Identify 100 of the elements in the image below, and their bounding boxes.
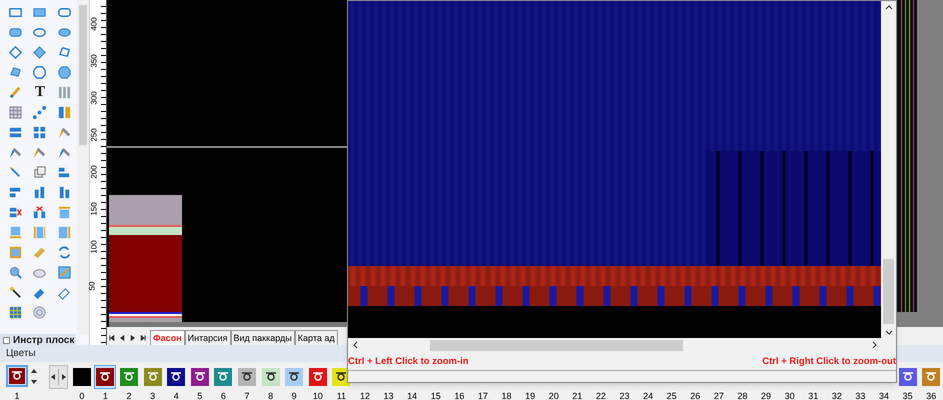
dotted-line-icon[interactable] — [32, 104, 48, 120]
left-arrow-icon[interactable] — [50, 374, 55, 380]
swatch-number: 9 — [292, 392, 297, 400]
octagon-icon[interactable] — [32, 64, 48, 80]
down-arrow-icon[interactable] — [31, 380, 38, 384]
swatch-number: 8 — [268, 392, 274, 400]
color-swatch[interactable] — [898, 368, 917, 386]
color-swatch[interactable] — [308, 368, 327, 386]
swatch-number: 29 — [761, 392, 772, 400]
frame-icon[interactable] — [8, 224, 24, 240]
scroll-down-icon[interactable] — [884, 330, 892, 335]
filled-octagon-icon[interactable] — [56, 64, 72, 80]
swatch-number: 30 — [784, 392, 795, 400]
ruler-label: 400 — [90, 17, 99, 31]
swatch-number: 1 — [102, 392, 108, 400]
stitch-icon — [217, 371, 230, 383]
text-tool[interactable]: T — [34, 84, 45, 100]
sheet-tab[interactable]: Фасон — [150, 330, 185, 345]
scroll-thumb[interactable] — [430, 340, 683, 350]
swatch-number: 19 — [525, 392, 536, 400]
swatch-number: 12 — [360, 392, 370, 400]
circle-icon[interactable] — [32, 304, 48, 320]
grid-icon[interactable] — [8, 304, 24, 320]
swatch-number: 34 — [879, 392, 890, 400]
last-sheet-icon[interactable] — [139, 334, 146, 342]
color-swatch[interactable] — [72, 368, 91, 386]
current-color-swatch[interactable] — [9, 368, 25, 384]
magnifier-icon[interactable] — [8, 264, 24, 280]
frame-icon[interactable] — [8, 244, 24, 260]
color-swatch[interactable] — [214, 368, 232, 386]
ruler-label: 300 — [90, 91, 99, 105]
swatch-number: 36 — [926, 392, 936, 400]
frame-icon[interactable] — [32, 224, 48, 240]
swatch-number: 6 — [220, 392, 226, 400]
stitch-icon — [194, 371, 206, 383]
up-arrow-icon[interactable] — [31, 368, 38, 372]
swatch-number: 5 — [197, 392, 202, 400]
stitch-icon — [925, 371, 938, 383]
swatch-number: 26 — [690, 392, 700, 400]
copy-icon[interactable] — [32, 164, 48, 180]
swatch-number: 21 — [572, 392, 582, 400]
sheet-tab[interactable]: Карта ад — [294, 330, 338, 345]
stitch-icon — [288, 371, 300, 383]
swatch-number: 23 — [619, 392, 630, 400]
diamond-icon[interactable] — [8, 44, 24, 60]
zoom-in-hint: Ctrl + Left Click to zoom-in — [348, 354, 469, 369]
scroll-thumb[interactable] — [883, 259, 894, 324]
right-arrow-icon[interactable] — [62, 374, 66, 380]
previous-sheet-icon[interactable] — [119, 334, 126, 342]
color-swatch[interactable] — [190, 368, 209, 386]
swatch-number: 10 — [312, 392, 323, 400]
sheet-tab[interactable]: Вид паккарды — [230, 330, 295, 345]
bars-icon[interactable] — [56, 104, 72, 120]
stitch-icon — [902, 371, 914, 383]
squares-icon[interactable] — [32, 124, 48, 140]
stitch-icon — [123, 371, 136, 383]
frame-icon[interactable] — [56, 224, 72, 240]
color-swatch[interactable] — [120, 368, 138, 386]
scroll-left-icon[interactable] — [353, 341, 358, 349]
stitch-icon — [240, 371, 253, 383]
swatch-number: 32 — [832, 392, 842, 400]
swatch-number: 18 — [502, 392, 512, 400]
rounded-diamond-icon[interactable] — [56, 44, 72, 60]
color-swatch[interactable] — [262, 368, 280, 386]
collapse-icon[interactable] — [3, 337, 10, 344]
swatch-number: 35 — [902, 392, 913, 400]
pencil-icon[interactable] — [8, 84, 24, 100]
frame-icon[interactable] — [56, 204, 72, 220]
zoom-out-hint: Ctrl + Right Click to zoom-out — [762, 354, 896, 369]
horizontal-scrollbar[interactable] — [348, 338, 896, 352]
swatch-number: 16 — [454, 392, 464, 400]
columns-icon[interactable] — [56, 84, 72, 100]
color-swatch[interactable] — [96, 368, 114, 386]
swatch-number: 4 — [174, 392, 179, 400]
scroll-palette-control[interactable] — [48, 365, 68, 389]
scrollbar[interactable] — [77, 0, 89, 335]
arrows-icon[interactable] — [56, 244, 72, 260]
filled-rounded-diamond-icon[interactable] — [8, 64, 24, 80]
color-swatch[interactable] — [167, 368, 186, 386]
swatch-number: 33 — [855, 392, 866, 400]
scroll-up-icon[interactable] — [884, 5, 892, 10]
first-sheet-icon[interactable] — [109, 334, 116, 342]
filled-diamond-icon[interactable] — [32, 44, 48, 60]
grid-icon[interactable] — [8, 104, 24, 120]
swatch-number: 27 — [714, 392, 724, 400]
swatch-number: 17 — [478, 392, 488, 400]
canvas-scrollbar[interactable] — [109, 322, 347, 327]
color-swatch[interactable] — [238, 368, 256, 386]
color-swatch[interactable] — [144, 368, 162, 386]
stitch-icon — [335, 371, 348, 383]
wand-icon[interactable] — [8, 284, 24, 300]
cut-icon[interactable] — [32, 204, 48, 220]
color-swatch[interactable] — [285, 368, 304, 386]
next-sheet-icon[interactable] — [129, 334, 136, 342]
vertical-scrollbar[interactable] — [881, 1, 896, 338]
sheet-tab[interactable]: Интарсия — [184, 330, 231, 345]
color-swatch[interactable] — [922, 368, 940, 386]
picture-icon[interactable] — [56, 264, 72, 280]
swatch-number: 11 — [336, 392, 346, 400]
scroll-right-icon[interactable] — [872, 341, 877, 349]
